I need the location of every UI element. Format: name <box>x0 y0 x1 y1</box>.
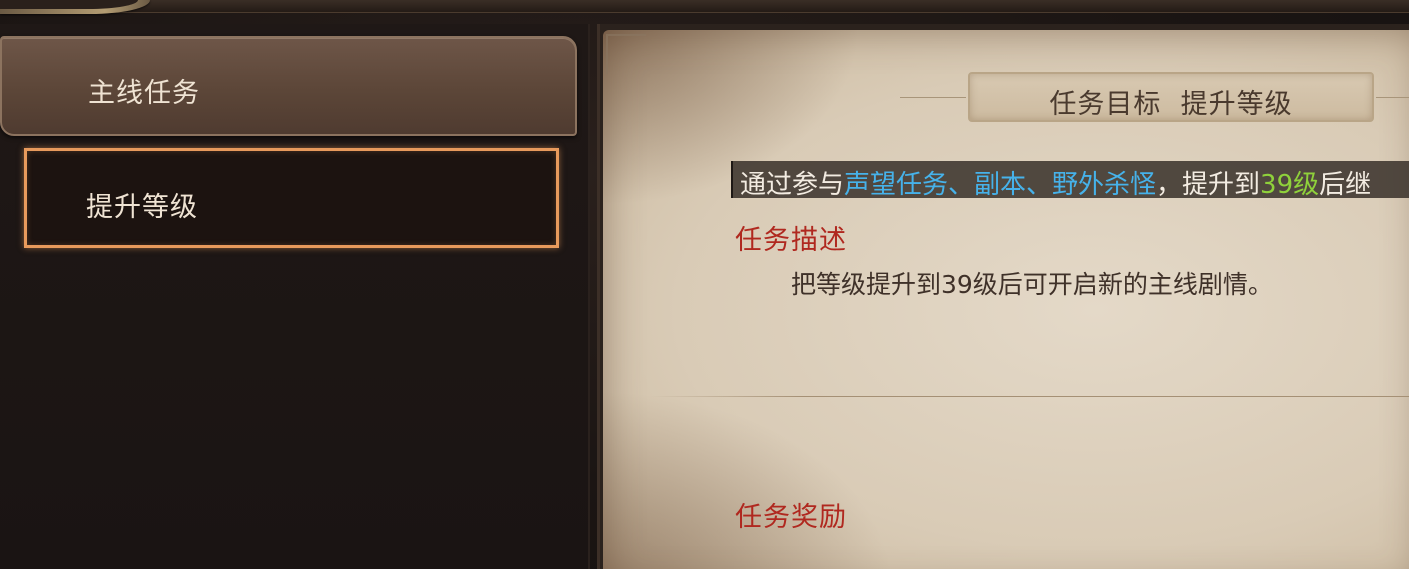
description-heading: 任务描述 <box>735 225 847 256</box>
objective-part1: 通过参与 <box>740 170 845 200</box>
window-top-frame <box>0 0 1409 13</box>
objective-target-level: 39级 <box>1260 170 1320 200</box>
description-text: 把等级提升到39级后可开启新的主线剧情。 <box>791 270 1273 299</box>
objective-part2: ，提升到 <box>1156 170 1261 200</box>
section-divider <box>650 396 1409 397</box>
quest-title: 任务目标 提升等级 <box>1049 89 1293 120</box>
title-divider-left <box>900 97 966 98</box>
quest-title-plaque: 任务目标 提升等级 <box>968 72 1374 122</box>
objective-activities-link[interactable]: 声望任务、副本、野外杀怪 <box>844 170 1156 200</box>
quest-window: 主线任务 提升等级 任务目标 提升等级 通过参与声望任务、副本、野外杀怪，提升到… <box>0 0 1409 569</box>
objective-text: 通过参与声望任务、副本、野外杀怪，提升到39级后继 <box>740 164 1371 201</box>
category-tab-main-quest[interactable]: 主线任务 <box>0 36 577 136</box>
category-tab-label: 主线任务 <box>88 78 200 109</box>
quest-item-level-up[interactable]: 提升等级 <box>24 148 559 248</box>
quest-item-label: 提升等级 <box>86 192 198 223</box>
corner-ornament <box>606 34 646 74</box>
title-divider-right <box>1376 97 1409 98</box>
reward-heading: 任务奖励 <box>735 502 847 533</box>
objective-part3: 后继 <box>1319 170 1372 200</box>
